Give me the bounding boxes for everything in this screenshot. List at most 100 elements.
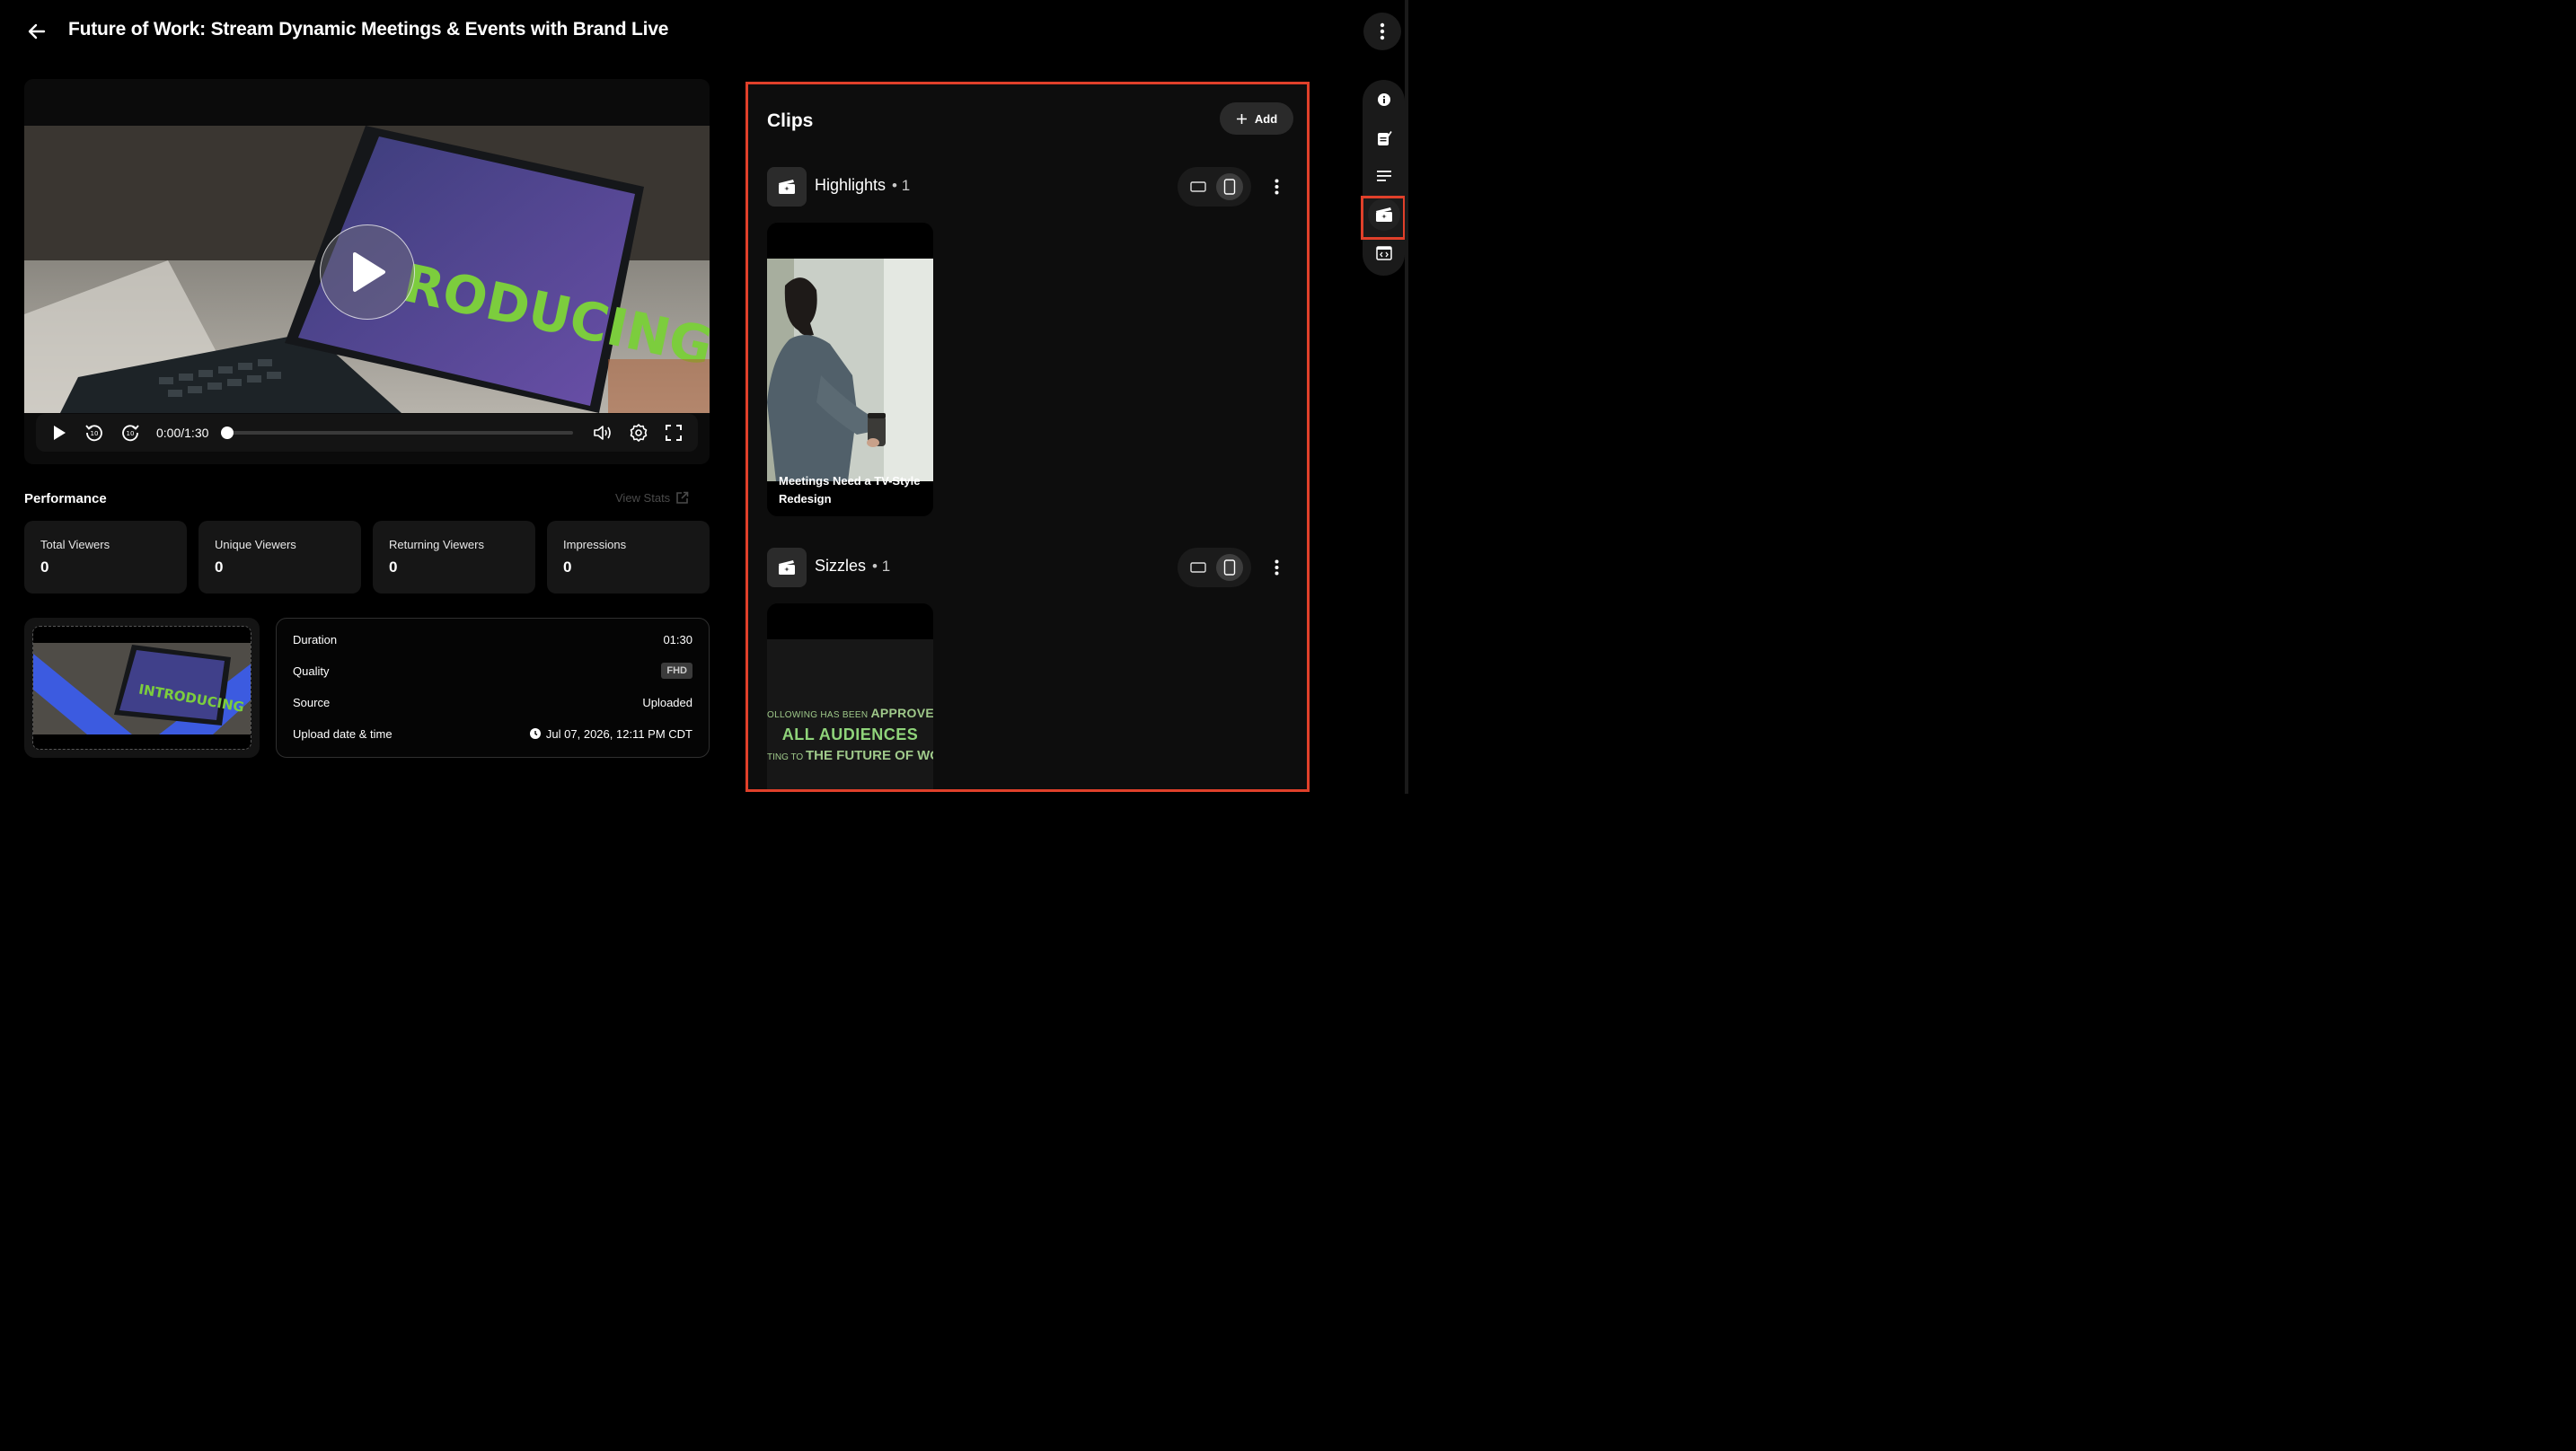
clock-icon [529,728,541,739]
progress-thumb[interactable] [221,427,234,439]
forward-10-button[interactable]: 10 [119,421,142,444]
play-icon [353,252,385,292]
clip-card[interactable]: OLLOWING HAS BEEN APPROVE ALL AUDIENCES … [767,603,933,789]
add-clip-button[interactable]: Add [1220,102,1293,135]
highlights-more-button[interactable] [1266,176,1287,198]
thumbnail-card[interactable]: INTRODUCING [24,618,260,758]
info-icon [1378,93,1390,106]
back-button[interactable] [22,16,52,47]
clips-panel: Clips Add Highlights • 1 Meetings Need a… [745,82,1310,792]
clip-letterbox [767,603,933,639]
quality-badge: FHD [661,663,693,679]
stat-impressions: Impressions 0 [547,521,710,594]
stat-value: 0 [215,558,224,576]
performance-heading: Performance [24,491,107,506]
stat-label: Returning Viewers [389,538,484,551]
page-scrollbar[interactable] [1405,0,1408,794]
thumbnail-image: INTRODUCING [32,626,251,750]
progress-slider[interactable] [221,427,573,439]
stat-value: 0 [40,558,49,576]
clip-thumbnail: OLLOWING HAS BEEN APPROVE ALL AUDIENCES … [767,639,933,789]
stat-label: Total Viewers [40,538,110,551]
view-stats-label: View Stats [615,491,671,505]
play-button[interactable] [48,421,71,444]
play-icon [54,426,66,440]
more-vertical-icon [1380,22,1385,40]
volume-button[interactable] [592,421,615,444]
clips-heading: Clips [767,110,814,131]
group-count: • 1 [872,558,891,575]
thumbnail-graphic: INTRODUCING [33,627,251,749]
clip-caption: Meetings Need a TV-Style Redesign [779,474,921,506]
sizzles-more-button[interactable] [1266,557,1287,578]
settings-button[interactable] [627,421,650,444]
notes-button[interactable] [1368,122,1400,154]
portrait-option[interactable] [1216,173,1243,200]
group-name: Highlights [815,176,887,194]
sizzles-header: Sizzles • 1 [815,557,890,576]
player-controls: 10 10 0:00/1:30 [36,414,698,452]
fullscreen-icon [666,425,682,441]
quality-row: Quality FHD [293,662,693,680]
add-clip-label: Add [1254,111,1278,126]
aspect-toggle [1178,167,1251,207]
stat-value: 0 [389,558,398,576]
rewind-10-button[interactable]: 10 [83,421,106,444]
quality-label: Quality [293,664,330,678]
external-link-icon [676,491,689,504]
sizzle-line-3: TING TO THE FUTURE OF WO [767,748,933,763]
highlights-header: Highlights • 1 [815,176,910,195]
video-player: RODUCING [24,79,710,464]
landscape-option[interactable] [1185,173,1212,200]
svg-text:10: 10 [91,430,99,437]
stat-label: Impressions [563,538,627,551]
clip-card[interactable]: Meetings Need a TV-Style Redesign [767,223,933,516]
text-lines-icon [1377,171,1391,181]
fullscreen-button[interactable] [662,421,685,444]
rewind-10-icon: 10 [85,425,102,442]
volume-icon [594,426,611,440]
page-title: Future of Work: Stream Dynamic Meetings … [68,19,669,40]
sizzle-line-2: ALL AUDIENCES [781,726,919,743]
portrait-icon [1223,179,1236,195]
landscape-option[interactable] [1185,554,1212,581]
notes-icon [1378,131,1392,145]
video-details-card: Duration 01:30 Quality FHD Source Upload… [276,618,710,758]
play-overlay-button[interactable] [320,224,415,320]
landscape-icon [1190,181,1206,192]
svg-text:10: 10 [127,430,135,437]
gear-icon [630,424,648,442]
stat-returning-viewers: Returning Viewers 0 [373,521,535,594]
info-button[interactable] [1368,84,1400,116]
landscape-icon [1190,562,1206,573]
embed-icon [1376,246,1392,260]
more-options-button[interactable] [1363,13,1401,50]
upload-value: Jul 07, 2026, 12:11 PM CDT [545,726,693,741]
embed-button[interactable] [1368,237,1400,269]
stat-value: 0 [563,558,572,576]
portrait-icon [1223,559,1236,576]
group-name: Sizzles [815,557,867,575]
more-vertical-icon [1275,179,1278,195]
source-row: Source Uploaded [293,693,693,711]
duration-label: Duration [293,632,338,646]
plus-icon [1236,113,1247,124]
upload-row: Upload date & time Jul 07, 2026, 12:11 P… [293,725,693,743]
duration-row: Duration 01:30 [293,630,693,648]
more-vertical-icon [1275,559,1278,576]
side-rail [1363,80,1405,276]
forward-10-icon: 10 [122,425,139,442]
upload-value-group: Jul 07, 2026, 12:11 PM CDT [529,726,693,741]
stat-unique-viewers: Unique Viewers 0 [198,521,361,594]
transcript-button[interactable] [1368,160,1400,192]
upload-label: Upload date & time [293,726,393,741]
group-count: • 1 [892,177,911,194]
stat-total-viewers: Total Viewers 0 [24,521,187,594]
sizzle-line-1: OLLOWING HAS BEEN APPROVE [767,706,933,720]
aspect-toggle [1178,548,1251,587]
portrait-option[interactable] [1216,554,1243,581]
duration-value: 01:30 [663,632,693,646]
source-value: Uploaded [642,695,693,709]
view-stats-link[interactable]: View Stats [615,491,689,505]
source-label: Source [293,695,331,709]
